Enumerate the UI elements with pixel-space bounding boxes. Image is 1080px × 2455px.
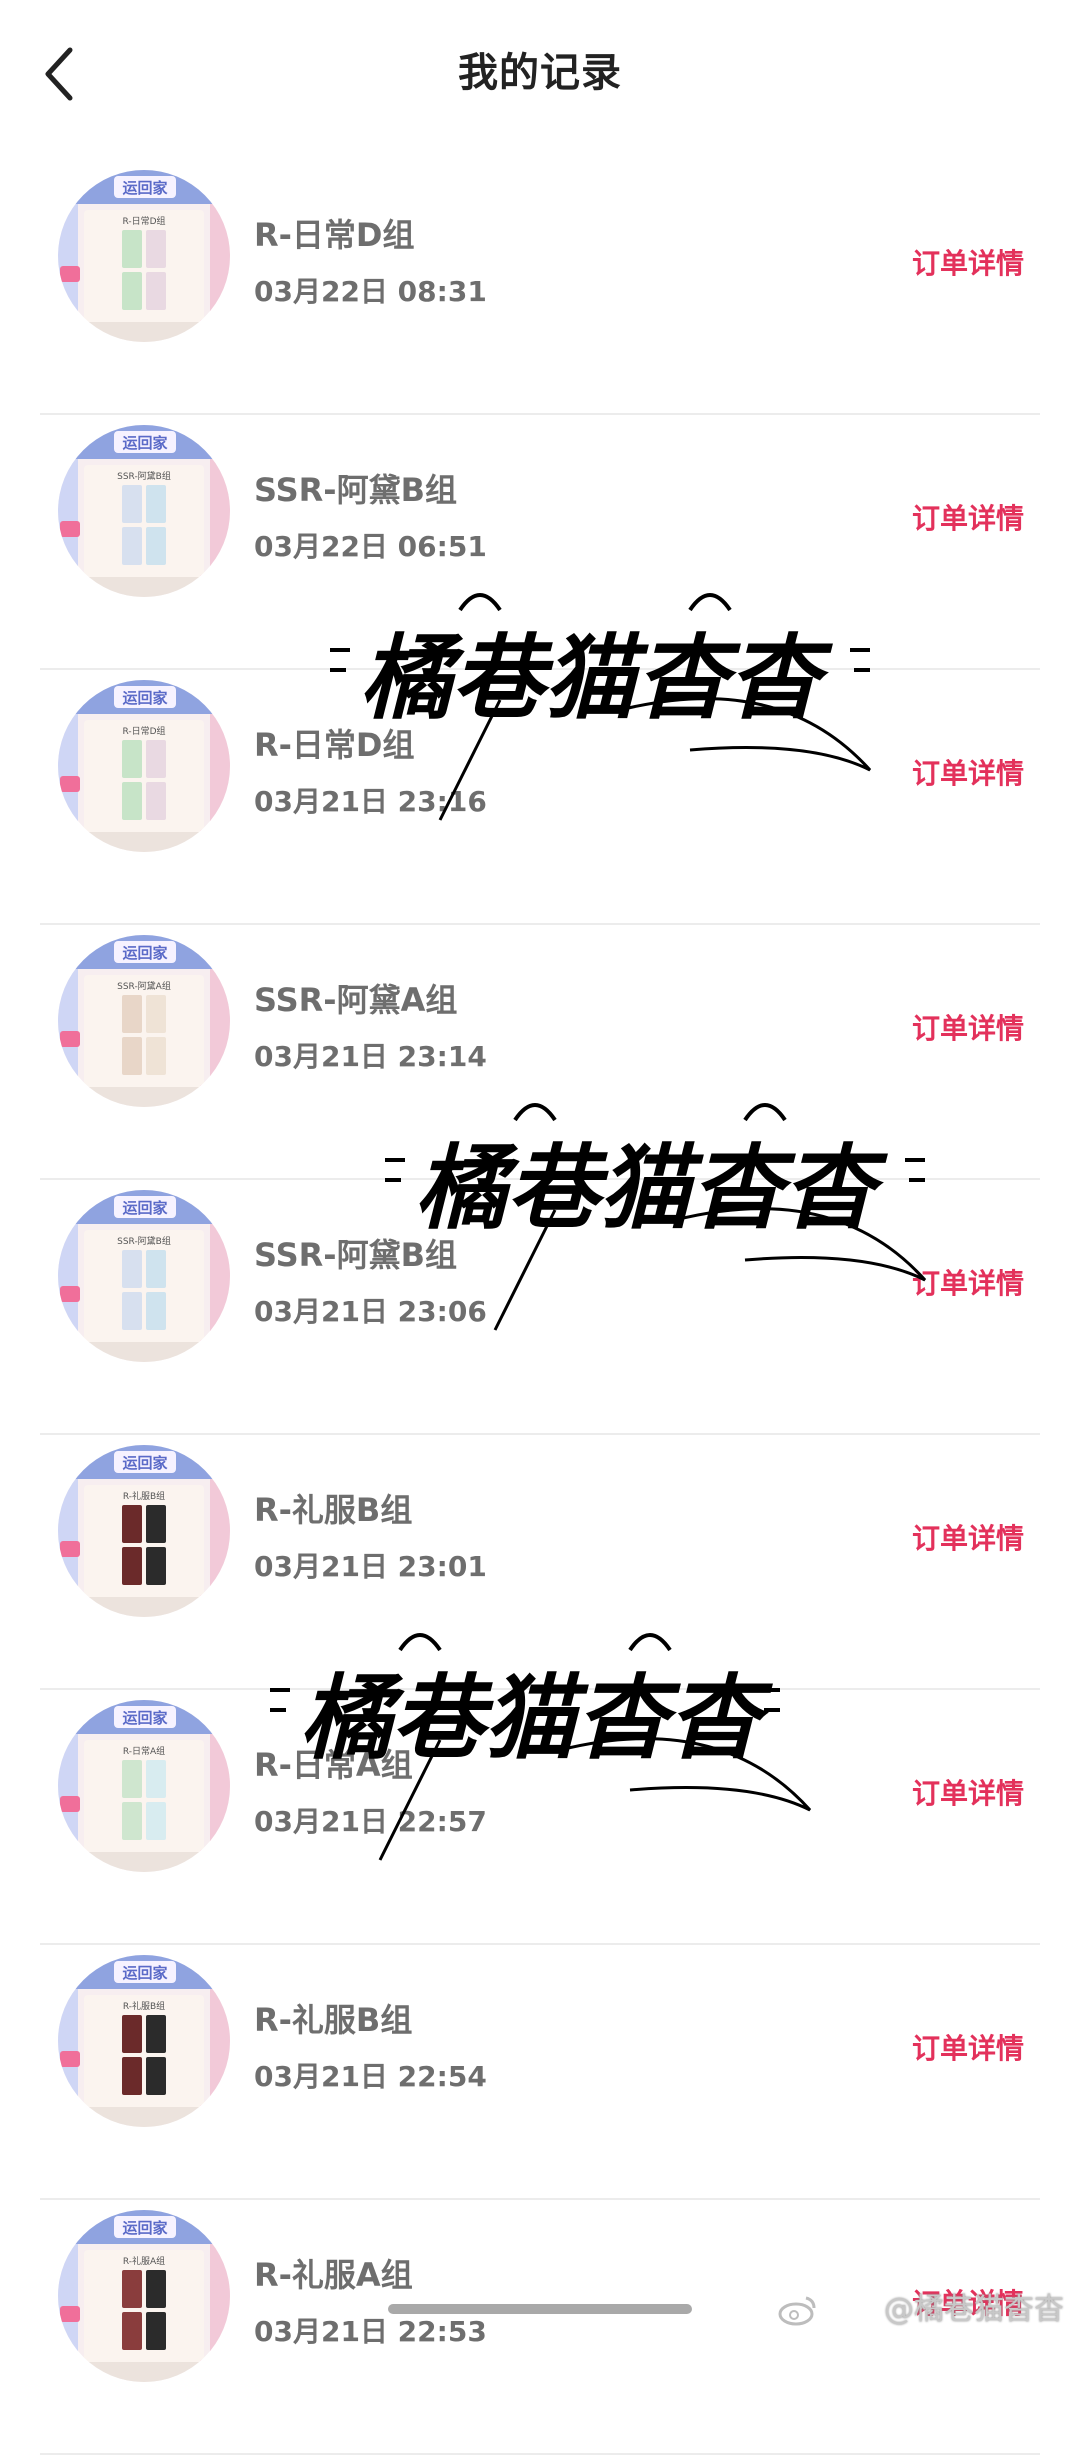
- svg-text:R-日常D组: R-日常D组: [122, 725, 165, 737]
- record-title: R-礼服B组: [254, 2001, 413, 2039]
- record-thumbnail: 运回家 SSR-阿黛B组: [58, 1190, 230, 1362]
- svg-text:运回家: 运回家: [122, 689, 167, 707]
- order-detail-link[interactable]: 订单详情: [912, 2027, 1024, 2067]
- record-title: SSR-阿黛B组: [254, 471, 457, 509]
- svg-text:R-日常A组: R-日常A组: [123, 1745, 165, 1757]
- record-thumbnail-art: 运回家 R-日常D组: [58, 680, 230, 852]
- record-title: SSR-阿黛A组: [254, 981, 458, 1019]
- header-bar: 我的记录: [0, 0, 1080, 150]
- order-detail-link[interactable]: 订单详情: [912, 1772, 1024, 1812]
- order-detail-link[interactable]: 订单详情: [912, 497, 1024, 537]
- record-row[interactable]: 运回家 R-礼服B组 R-礼服B组 03月21日 22:54 订单详情: [0, 1945, 1080, 2200]
- svg-text:运回家: 运回家: [122, 1454, 167, 1472]
- record-title: R-日常D组: [254, 726, 415, 764]
- svg-text:运回家: 运回家: [122, 1199, 167, 1217]
- record-row[interactable]: 运回家 R-日常A组 R-日常A组 03月21日 22:57 订单详情: [0, 1690, 1080, 1945]
- record-time: 03月21日 23:14: [254, 1040, 487, 1073]
- svg-text:R-礼服B组: R-礼服B组: [123, 1490, 165, 1502]
- record-time: 03月21日 22:54: [254, 2060, 487, 2093]
- record-title: R-礼服B组: [254, 1491, 413, 1529]
- corner-watermark: @橘巷猫杳杳: [884, 2292, 1064, 2327]
- record-thumbnail: 运回家 SSR-阿黛B组: [58, 425, 230, 597]
- record-thumbnail: 运回家 R-日常D组: [58, 170, 230, 342]
- record-time: 03月21日 23:01: [254, 1550, 487, 1583]
- svg-text:运回家: 运回家: [122, 2219, 167, 2237]
- record-thumbnail: 运回家 R-日常A组: [58, 1700, 230, 1872]
- order-detail-link[interactable]: 订单详情: [912, 1007, 1024, 1047]
- record-row[interactable]: 运回家 SSR-阿黛A组 SSR-阿黛A组 03月21日 23:14 订单详情: [0, 925, 1080, 1180]
- record-thumbnail-art: 运回家 R-礼服B组: [58, 1445, 230, 1617]
- order-detail-link[interactable]: 订单详情: [912, 242, 1024, 282]
- record-row[interactable]: 运回家 R-日常D组 R-日常D组 03月21日 23:16 订单详情: [0, 670, 1080, 925]
- record-title: R-日常D组: [254, 216, 415, 254]
- order-detail-link[interactable]: 订单详情: [912, 1517, 1024, 1557]
- record-time: 03月21日 22:53: [254, 2315, 487, 2348]
- record-thumbnail: 运回家 R-礼服B组: [58, 1445, 230, 1617]
- record-time: 03月21日 23:16: [254, 785, 487, 818]
- record-thumbnail: 运回家 R-礼服A组: [58, 2210, 230, 2382]
- svg-text:运回家: 运回家: [122, 434, 167, 452]
- svg-text:SSR-阿黛B组: SSR-阿黛B组: [117, 1235, 171, 1247]
- svg-text:运回家: 运回家: [122, 1709, 167, 1727]
- svg-text:运回家: 运回家: [122, 944, 167, 962]
- record-thumbnail-art: 运回家 SSR-阿黛B组: [58, 425, 230, 597]
- record-time: 03月21日 23:06: [254, 1295, 487, 1328]
- svg-text:R-礼服B组: R-礼服B组: [123, 2000, 165, 2012]
- record-time: 03月21日 22:57: [254, 1805, 487, 1838]
- record-time: 03月22日 06:51: [254, 530, 487, 563]
- record-thumbnail-art: 运回家 R-日常A组: [58, 1700, 230, 1872]
- record-time: 03月22日 08:31: [254, 275, 487, 308]
- svg-text:SSR-阿黛A组: SSR-阿黛A组: [117, 980, 171, 992]
- svg-text:R-日常D组: R-日常D组: [122, 215, 165, 227]
- svg-text:SSR-阿黛B组: SSR-阿黛B组: [117, 470, 171, 482]
- record-row[interactable]: 运回家 R-礼服B组 R-礼服B组 03月21日 23:01 订单详情: [0, 1435, 1080, 1690]
- home-indicator[interactable]: [388, 2304, 692, 2314]
- record-title: R-礼服A组: [254, 2256, 413, 2294]
- order-detail-link[interactable]: 订单详情: [912, 752, 1024, 792]
- svg-text:运回家: 运回家: [122, 179, 167, 197]
- record-row[interactable]: 运回家 R-日常D组 R-日常D组 03月22日 08:31 订单详情: [0, 160, 1080, 415]
- record-thumbnail-art: 运回家 R-日常D组: [58, 170, 230, 342]
- weibo-icon: [778, 2296, 816, 2326]
- record-thumbnail: 运回家 SSR-阿黛A组: [58, 935, 230, 1107]
- record-row[interactable]: 运回家 SSR-阿黛B组 SSR-阿黛B组 03月21日 23:06 订单详情: [0, 1180, 1080, 1435]
- record-thumbnail-art: 运回家 R-礼服B组: [58, 1955, 230, 2127]
- svg-text:运回家: 运回家: [122, 1964, 167, 1982]
- page-title: 我的记录: [458, 50, 622, 96]
- record-title: SSR-阿黛B组: [254, 1236, 457, 1274]
- record-list: 运回家 R-日常D组 R-日常D组 03月22日 08:31 订单详情 运回家 …: [0, 160, 1080, 2455]
- record-thumbnail-art: 运回家 SSR-阿黛A组: [58, 935, 230, 1107]
- order-detail-link[interactable]: 订单详情: [912, 1262, 1024, 1302]
- record-thumbnail-art: 运回家 R-礼服A组: [58, 2210, 230, 2382]
- record-thumbnail-art: 运回家 SSR-阿黛B组: [58, 1190, 230, 1362]
- record-thumbnail: 运回家 R-日常D组: [58, 680, 230, 852]
- record-title: R-日常A组: [254, 1746, 413, 1784]
- record-row[interactable]: 运回家 SSR-阿黛B组 SSR-阿黛B组 03月22日 06:51 订单详情: [0, 415, 1080, 670]
- record-thumbnail: 运回家 R-礼服B组: [58, 1955, 230, 2127]
- svg-text:R-礼服A组: R-礼服A组: [123, 2255, 165, 2267]
